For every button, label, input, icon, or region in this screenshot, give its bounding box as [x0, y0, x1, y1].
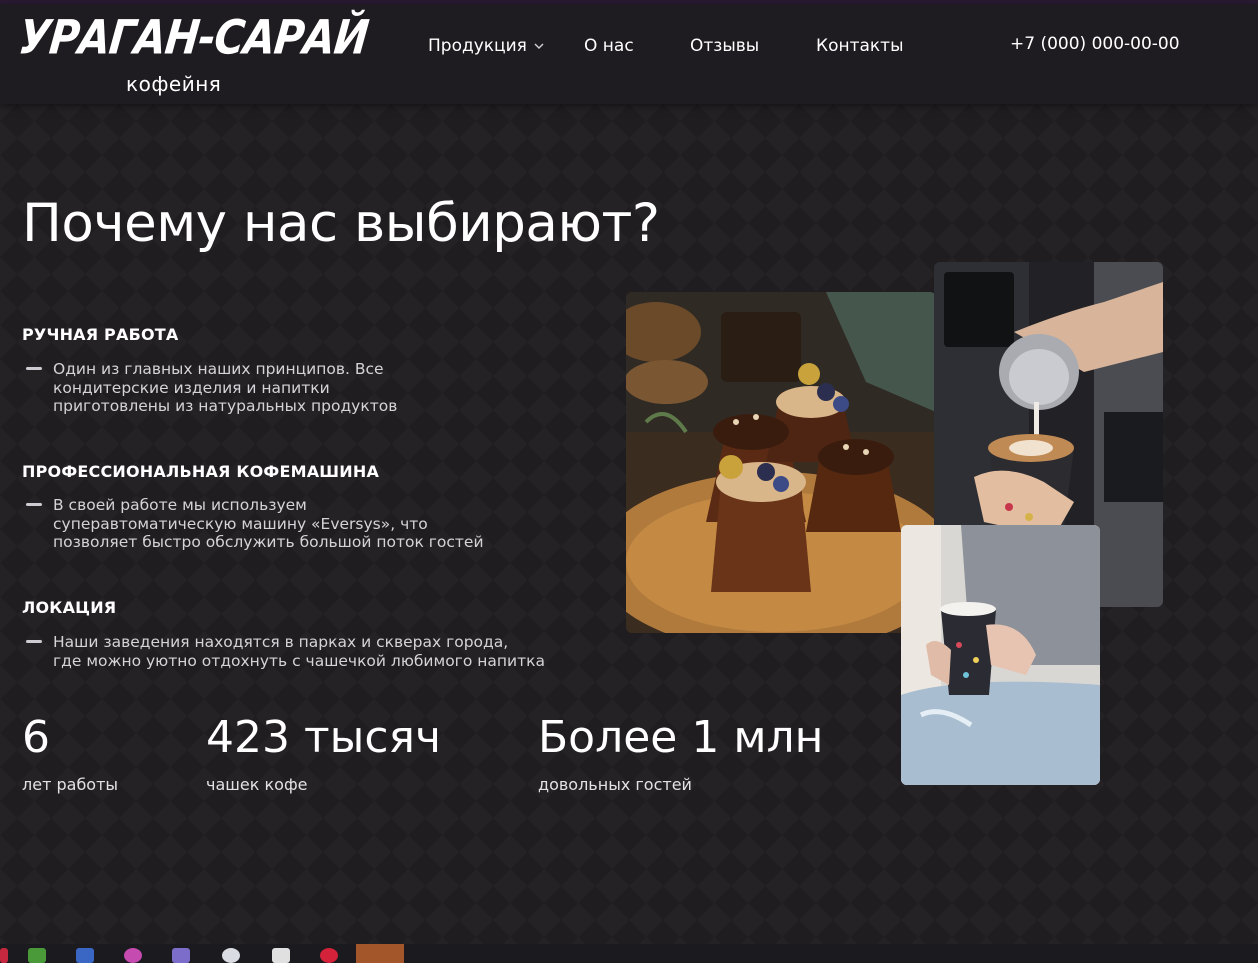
logo[interactable]: УРАГАН-САРАЙ [16, 10, 370, 70]
opera-icon[interactable] [320, 948, 338, 963]
logo-subtitle: кофейня [126, 72, 222, 96]
dash-icon [26, 503, 42, 506]
coffee-cup-photo [901, 525, 1100, 785]
stat-guests-value: Более 1 млн [538, 712, 824, 763]
app-icon[interactable] [172, 948, 190, 963]
nav-contacts[interactable]: Контакты [816, 36, 904, 56]
nav-products[interactable]: Продукция [428, 36, 545, 56]
cupcakes-photo [626, 292, 936, 633]
dash-icon [26, 367, 42, 370]
stat-years-label: лет работы [22, 775, 119, 794]
feature-line: кондитерские изделия и напитки [53, 378, 330, 397]
nav-products-label: Продукция [428, 36, 527, 56]
app-icon[interactable] [76, 948, 94, 963]
app-icon[interactable] [28, 948, 46, 963]
phone-number[interactable]: +7 (000) 000-00-00 [1010, 34, 1180, 54]
feature-line: Наши заведения находятся в парках и скве… [53, 633, 509, 651]
dash-icon [26, 640, 42, 643]
stat-guests-label: довольных гостей [538, 775, 692, 794]
os-taskbar [0, 944, 1258, 963]
feature-title-handmade: РУЧНАЯ РАБОТА [22, 325, 179, 344]
feature-line: Один из главных наших принципов. Все [53, 360, 384, 378]
feature-line: суперавтоматическую машину «Eversys», чт… [53, 514, 428, 533]
app-icon[interactable] [356, 944, 404, 963]
feature-line: В своей работе мы используем [53, 496, 307, 514]
app-icon[interactable] [222, 948, 240, 963]
feature-text-machine: В своей работе мы используем суперавтома… [53, 496, 593, 552]
page-title: Почему нас выбирают? [22, 193, 660, 254]
feature-line: приготовлены из натуральных продуктов [53, 397, 398, 415]
site-header: УРАГАН-САРАЙ кофейня Продукция О нас Отз… [0, 4, 1258, 104]
feature-title-location: ЛОКАЦИЯ [22, 598, 117, 617]
app-icon[interactable] [272, 948, 290, 963]
feature-title-machine: ПРОФЕССИОНАЛЬНАЯ КОФЕМАШИНА [22, 462, 380, 481]
feature-line: где можно уютно отдохнуть с чашечкой люб… [53, 651, 545, 670]
app-icon[interactable] [0, 948, 8, 963]
browser-icon[interactable] [124, 948, 142, 963]
nav-about[interactable]: О нас [584, 36, 634, 56]
stat-cups-label: чашек кофе [206, 775, 308, 794]
stat-cups-value: 423 тысяч [206, 712, 441, 763]
feature-text-location: Наши заведения находятся в парках и скве… [53, 633, 593, 670]
nav-reviews[interactable]: Отзывы [690, 36, 759, 56]
chevron-down-icon [534, 43, 544, 50]
feature-text-handmade: Один из главных наших принципов. Все кон… [53, 360, 593, 416]
stat-years-value: 6 [22, 712, 50, 763]
feature-line: позволяет быстро обслужить большой поток… [53, 533, 484, 551]
